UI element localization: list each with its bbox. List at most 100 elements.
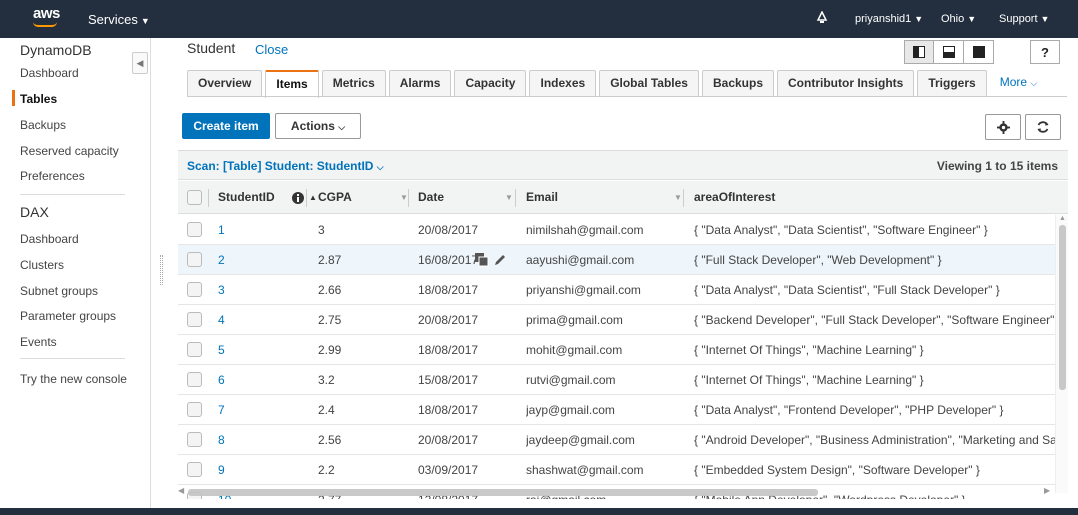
cell-studentid[interactable]: 5: [218, 335, 225, 365]
row-checkbox[interactable]: [187, 462, 202, 477]
sort-down-icon[interactable]: ▼: [674, 181, 682, 214]
table-row[interactable]: 3 2.66 18/08/2017 priyanshi@gmail.com { "Dat…: [178, 275, 1055, 305]
row-checkbox[interactable]: [187, 402, 202, 417]
sidebar-item-subnet-groups[interactable]: Subnet groups: [20, 284, 98, 298]
vertical-scrollbar[interactable]: ▲: [1055, 215, 1068, 493]
cell-studentid[interactable]: 3: [218, 275, 225, 305]
tab-overview[interactable]: Overview: [187, 70, 263, 96]
sidebar-collapse-button[interactable]: ◀: [132, 52, 148, 74]
cell-studentid[interactable]: 7: [218, 395, 225, 425]
edit-pencil-icon[interactable]: [493, 253, 507, 267]
tab-contributor-insights[interactable]: Contributor Insights: [777, 70, 915, 96]
row-checkbox[interactable]: [187, 252, 202, 267]
sidebar-item-dashboard[interactable]: Dashboard: [20, 66, 79, 80]
table-row[interactable]: 1 3 20/08/2017 nimilshah@gmail.com { "Data A…: [178, 215, 1055, 245]
horizontal-scrollbar[interactable]: ◀ ▶: [178, 485, 1055, 499]
column-separator: [515, 189, 516, 207]
row-checkbox[interactable]: [187, 222, 202, 237]
row-checkbox[interactable]: [187, 372, 202, 387]
table-row[interactable]: 5 2.99 18/08/2017 mohit@gmail.com { "Interne…: [178, 335, 1055, 365]
column-header-areaofinterest[interactable]: areaOfInterest: [694, 181, 775, 214]
table-row[interactable]: 2 2.87 16/08/2017 aayushi@gmail.com { "Full …: [178, 245, 1055, 275]
refresh-button[interactable]: [1025, 114, 1061, 140]
sort-down-icon[interactable]: ▼: [505, 181, 513, 214]
sidebar-item-tables[interactable]: Tables: [20, 92, 57, 106]
tab-alarms[interactable]: Alarms: [388, 70, 452, 96]
sidebar-item-backups[interactable]: Backups: [20, 118, 66, 132]
row-checkbox[interactable]: [187, 432, 202, 447]
column-header-studentid[interactable]: StudentID: [218, 181, 275, 214]
layout-split-vertical-button[interactable]: [904, 40, 934, 64]
row-checkbox[interactable]: [187, 342, 202, 357]
close-link[interactable]: Close: [255, 42, 288, 57]
select-all-checkbox[interactable]: [187, 190, 202, 205]
scroll-right-icon[interactable]: ▶: [1044, 486, 1050, 495]
region-menu[interactable]: Ohio ▼: [941, 13, 976, 25]
table-row[interactable]: 8 2.56 20/08/2017 jaydeep@gmail.com { "Andro…: [178, 425, 1055, 455]
sidebar-item-parameter-groups[interactable]: Parameter groups: [20, 309, 116, 323]
tab-triggers[interactable]: Triggers: [917, 70, 987, 96]
column-separator: [683, 189, 684, 207]
copy-icon[interactable]: [475, 253, 489, 267]
table-row[interactable]: 7 2.4 18/08/2017 jayp@gmail.com { "Data Anal…: [178, 395, 1055, 425]
tab-capacity[interactable]: Capacity: [454, 70, 527, 96]
sidebar-border: [150, 38, 151, 508]
column-header-email[interactable]: Email: [526, 181, 558, 214]
scan-selector[interactable]: Scan: [Table] Student: StudentID ⌵: [187, 159, 384, 173]
table-row[interactable]: 4 2.75 20/08/2017 prima@gmail.com { "Backend…: [178, 305, 1055, 335]
cell-studentid[interactable]: 6: [218, 365, 225, 395]
tab-more[interactable]: More ⌵: [990, 70, 1048, 96]
info-icon[interactable]: [292, 192, 304, 207]
column-label: Email: [526, 190, 559, 204]
services-menu[interactable]: Services ▼: [88, 12, 150, 27]
sidebar-item-events[interactable]: Events: [20, 335, 57, 349]
sidebar-item-clusters[interactable]: Clusters: [20, 258, 64, 272]
sidebar-item-preferences[interactable]: Preferences: [20, 169, 85, 183]
sidebar-item-reserved-capacity[interactable]: Reserved capacity: [20, 144, 119, 158]
layout-split-horizontal-button[interactable]: [934, 40, 964, 64]
tab-metrics[interactable]: Metrics: [321, 70, 386, 96]
create-item-button[interactable]: Create item: [182, 113, 270, 139]
tab-indexes[interactable]: Indexes: [529, 70, 597, 96]
cell-studentid[interactable]: 9: [218, 455, 225, 485]
tab-global-tables[interactable]: Global Tables: [599, 70, 699, 96]
settings-button[interactable]: [985, 114, 1021, 140]
cell-date: 18/08/2017: [418, 343, 479, 357]
actions-button[interactable]: Actions ⌵: [275, 113, 361, 139]
bell-icon[interactable]: [815, 10, 829, 28]
sidebar-heading-dax: DAX: [20, 204, 49, 220]
layout-full-button[interactable]: [964, 40, 994, 64]
support-menu[interactable]: Support ▼: [999, 13, 1049, 25]
sidebar-item-try-new-console[interactable]: Try the new console: [20, 372, 127, 386]
scroll-thumb[interactable]: [188, 489, 818, 496]
cell-date: 16/08/2017: [418, 253, 479, 267]
cell-studentid[interactable]: 4: [218, 305, 225, 335]
scroll-up-icon[interactable]: ▲: [1059, 215, 1066, 222]
table-row[interactable]: 6 3.2 15/08/2017 rutvi@gmail.com { "Internet…: [178, 365, 1055, 395]
tab-items[interactable]: Items: [265, 70, 319, 98]
cell-date: 18/08/2017: [418, 403, 479, 417]
aws-logo[interactable]: aws: [33, 5, 60, 22]
user-menu[interactable]: priyanshid1 ▼: [855, 13, 923, 25]
cell-studentid[interactable]: 8: [218, 425, 225, 455]
column-header-cgpa[interactable]: CGPA: [318, 181, 352, 214]
scroll-thumb[interactable]: [1059, 225, 1066, 390]
caret-down-icon: ▼: [1040, 14, 1050, 24]
column-header-date[interactable]: Date: [418, 181, 444, 214]
cell-studentid[interactable]: 1: [218, 215, 225, 245]
cell-cgpa: 2.99: [318, 343, 342, 357]
sort-ascending-icon[interactable]: ▲: [309, 181, 317, 214]
row-checkbox[interactable]: [187, 312, 202, 327]
sidebar-item-dax-dashboard[interactable]: Dashboard: [20, 232, 79, 246]
row-checkbox[interactable]: [187, 282, 202, 297]
scroll-left-icon[interactable]: ◀: [178, 486, 184, 495]
tab-backups[interactable]: Backups: [701, 70, 775, 96]
sort-down-icon[interactable]: ▼: [400, 181, 408, 214]
cell-studentid[interactable]: 2: [218, 245, 225, 275]
user-name: priyanshid1: [855, 13, 912, 25]
resize-handle[interactable]: [160, 255, 163, 285]
services-label: Services: [88, 12, 138, 27]
refresh-icon: [1037, 121, 1049, 133]
help-button[interactable]: ?: [1030, 40, 1060, 64]
table-row[interactable]: 9 2.2 03/09/2017 shashwat@gmail.com { "Embed…: [178, 455, 1055, 485]
